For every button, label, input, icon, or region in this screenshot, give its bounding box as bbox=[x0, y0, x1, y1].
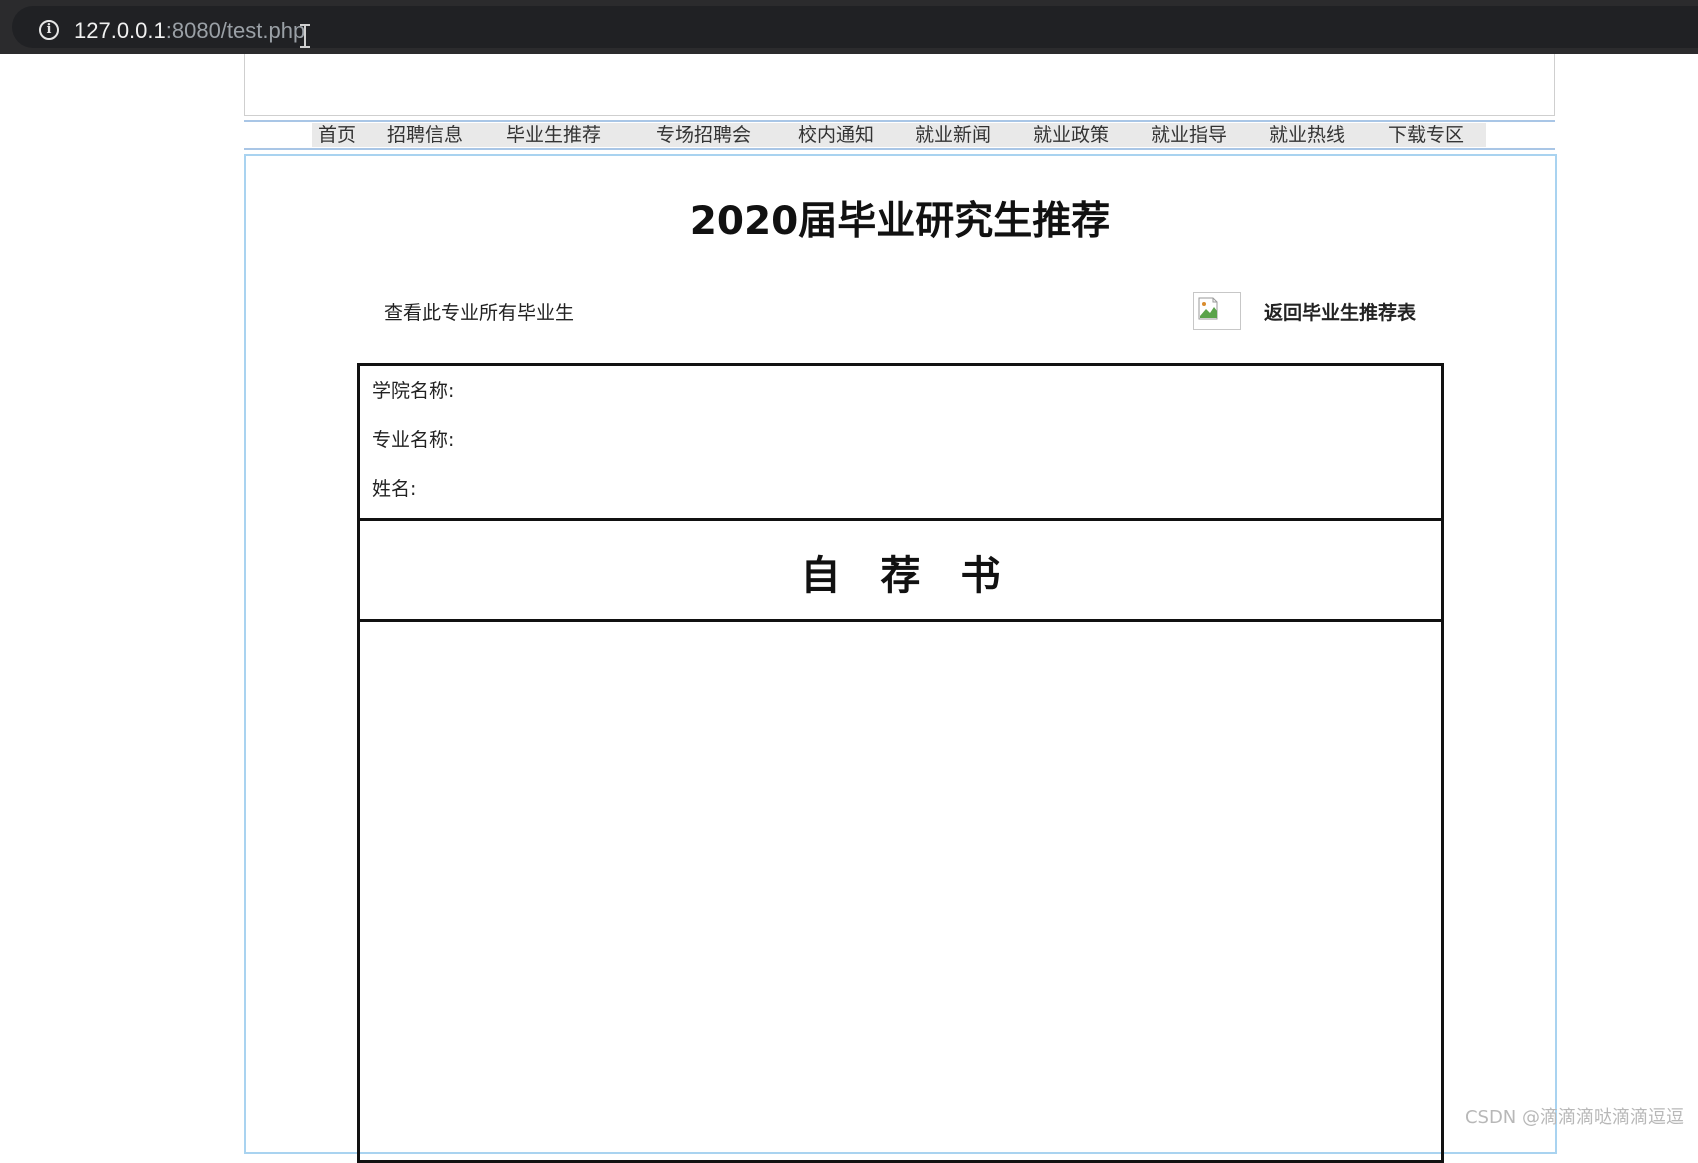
nav-item-employment-hotline[interactable]: 就业热线 bbox=[1269, 123, 1345, 147]
broken-image-icon bbox=[1193, 292, 1241, 330]
csdn-watermark: CSDN @滴滴滴哒滴滴逗逗 bbox=[1464, 1107, 1684, 1128]
nav-item-employment-news[interactable]: 就业新闻 bbox=[915, 123, 991, 147]
header-banner bbox=[244, 54, 1555, 116]
nav-item-job-fair[interactable]: 专场招聘会 bbox=[656, 123, 751, 147]
student-name-label: 姓名: bbox=[372, 478, 417, 500]
text-cursor-icon bbox=[300, 24, 310, 48]
site-info-icon[interactable]: i bbox=[39, 20, 59, 40]
recommendation-form: 学院名称: 专业名称: 姓名: 自荐书 bbox=[357, 363, 1444, 1163]
page-title: 2020届毕业研究生推荐 bbox=[689, 199, 1111, 244]
url-path: :8080/test.php bbox=[165, 18, 306, 43]
url-host: 127.0.0.1 bbox=[74, 18, 166, 43]
url-text[interactable]: 127.0.0.1:8080/test.php bbox=[74, 17, 305, 45]
nav-top-rule bbox=[244, 120, 1555, 122]
nav-item-employment-policy[interactable]: 就业政策 bbox=[1033, 123, 1109, 147]
self-recommendation-body bbox=[360, 622, 1441, 1162]
nav-item-graduate-recommendation[interactable]: 毕业生推荐 bbox=[506, 123, 601, 147]
browser-address-bar: i 127.0.0.1:8080/test.php bbox=[0, 0, 1698, 54]
view-all-graduates-link[interactable]: 查看此专业所有毕业生 bbox=[384, 300, 574, 326]
nav-item-home[interactable]: 首页 bbox=[318, 123, 356, 147]
self-recommendation-heading: 自荐书 bbox=[800, 553, 1041, 599]
major-name-label: 专业名称: bbox=[372, 429, 455, 451]
form-divider bbox=[360, 518, 1441, 521]
nav-item-downloads[interactable]: 下载专区 bbox=[1388, 123, 1464, 147]
nav-item-recruitment-info[interactable]: 招聘信息 bbox=[387, 123, 463, 147]
url-field[interactable]: i 127.0.0.1:8080/test.php bbox=[12, 6, 1698, 48]
college-name-label: 学院名称: bbox=[372, 380, 455, 402]
back-to-list-link[interactable]: 返回毕业生推荐表 bbox=[1264, 300, 1416, 326]
nav-item-campus-notice[interactable]: 校内通知 bbox=[798, 123, 874, 147]
main-nav: 首页 招聘信息 毕业生推荐 专场招聘会 校内通知 就业新闻 就业政策 就业指导 … bbox=[312, 123, 1486, 147]
nav-item-career-guidance[interactable]: 就业指导 bbox=[1151, 123, 1227, 147]
nav-bottom-rule bbox=[244, 148, 1555, 150]
